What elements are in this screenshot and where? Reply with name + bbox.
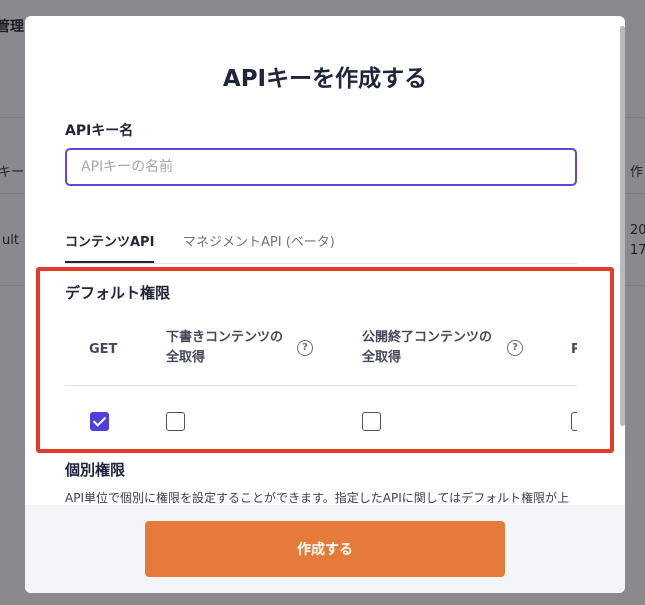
permission-header-closed: 公開終了コンテンツの 全取得 [362, 328, 492, 368]
create-button[interactable]: 作成する [145, 521, 505, 577]
permission-header-draft-line2: 全取得 [166, 350, 206, 365]
permission-checkbox-closed[interactable] [362, 412, 381, 431]
permission-checkbox-get[interactable] [90, 412, 109, 431]
background-page-title: 管理 [0, 19, 24, 35]
permission-header-closed-line2: 全取得 [362, 350, 402, 365]
background-column-header: 作 [630, 165, 644, 180]
background-row-value: 17 [630, 243, 645, 258]
api-key-name-input[interactable] [65, 148, 577, 186]
background-column-header: キー [0, 165, 25, 180]
individual-permissions-description: API単位で個別に権限を設定することができます。指定したAPIに関してはデフォル… [65, 491, 570, 505]
background-row-value: 20 [630, 223, 645, 238]
permission-checkbox-draft[interactable] [166, 412, 185, 431]
table-header-divider [65, 385, 577, 386]
background-row-text: ult [2, 233, 19, 248]
create-api-key-modal: APIキーを作成する APIキー名 コンテンツAPI マネジメントAPI (ベー… [25, 16, 625, 593]
permission-header-draft: 下書きコンテンツの 全取得 [166, 328, 283, 368]
individual-permissions-title: 個別権限 [65, 461, 126, 479]
permission-header-partial: P [571, 342, 577, 357]
api-key-name-label: APIキー名 [65, 123, 134, 139]
question-circle-icon[interactable]: ? [507, 340, 523, 356]
default-permissions-title: デフォルト権限 [65, 284, 171, 302]
tab-management-api[interactable]: マネジメントAPI (ベータ) [183, 233, 335, 253]
default-permissions-table: GET 下書きコンテンツの 全取得 ? 公開終了コンテンツの 全取得 ? P [65, 316, 577, 456]
permission-checkbox-partial[interactable] [571, 412, 577, 431]
permission-header-draft-line1: 下書きコンテンツの [166, 330, 284, 345]
tab-content-api[interactable]: コンテンツAPI [65, 233, 155, 263]
permission-header-get: GET [89, 342, 118, 357]
modal-title: APIキーを作成する [222, 66, 428, 92]
permission-header-closed-line1: 公開終了コンテンツの [362, 330, 493, 345]
question-circle-icon[interactable]: ? [297, 340, 313, 356]
api-type-tabs: コンテンツAPI マネジメントAPI (ベータ) [65, 233, 577, 264]
